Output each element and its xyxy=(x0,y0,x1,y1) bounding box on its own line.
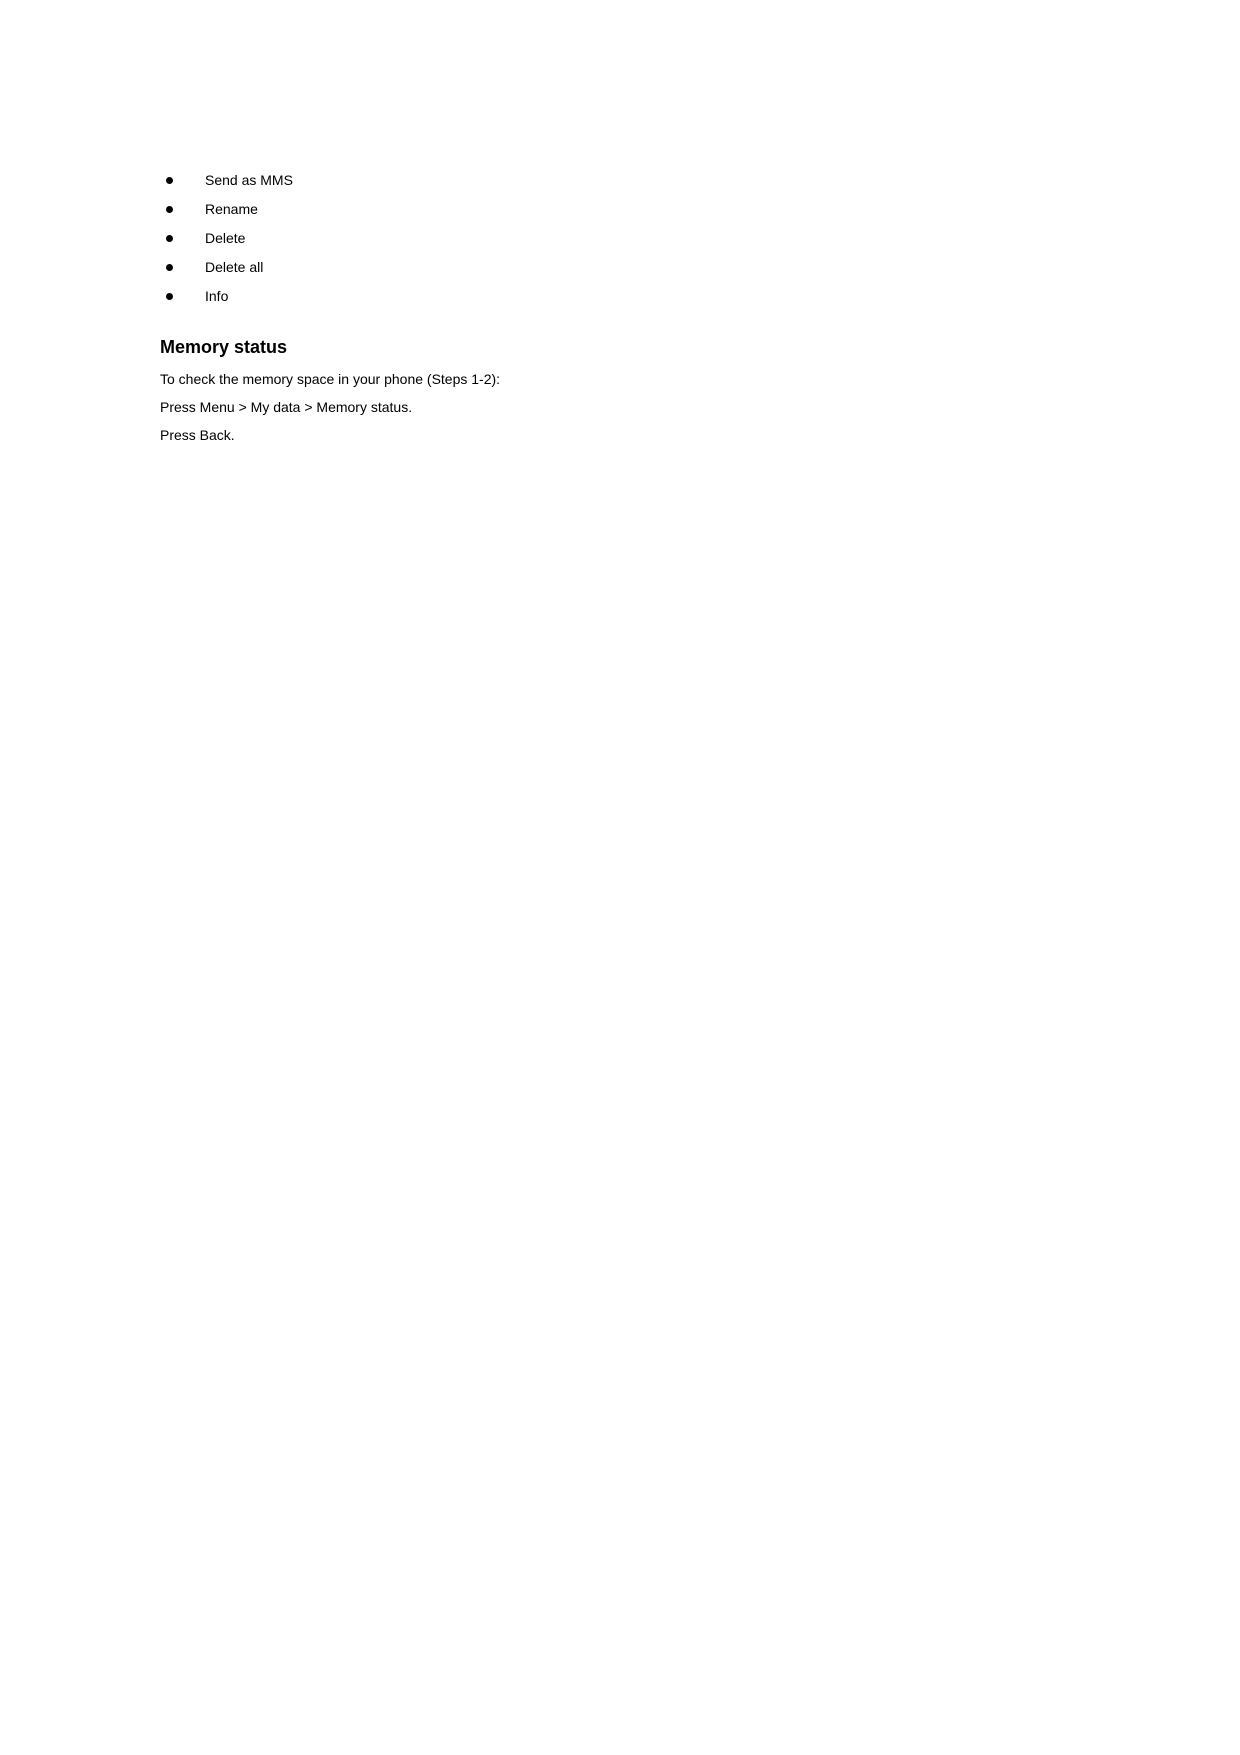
paragraph-text: Press Menu > My data > Memory status. xyxy=(160,396,1080,420)
list-item-text: Rename xyxy=(205,199,258,220)
list-item-text: Send as MMS xyxy=(205,170,293,191)
bullet-icon xyxy=(166,235,173,242)
list-item: Delete xyxy=(160,228,1080,249)
paragraph-text: To check the memory space in your phone … xyxy=(160,368,1080,392)
bullet-icon xyxy=(166,177,173,184)
list-item-text: Info xyxy=(205,286,228,307)
list-item-text: Delete all xyxy=(205,257,263,278)
list-item-text: Delete xyxy=(205,228,245,249)
bullet-icon xyxy=(166,206,173,213)
list-item: Info xyxy=(160,286,1080,307)
bullet-icon xyxy=(166,264,173,271)
section-heading: Memory status xyxy=(160,337,1080,358)
bullet-list: Send as MMS Rename Delete Delete all Inf… xyxy=(160,170,1080,307)
list-item: Rename xyxy=(160,199,1080,220)
paragraph-text: Press Back. xyxy=(160,424,1080,448)
list-item: Send as MMS xyxy=(160,170,1080,191)
bullet-icon xyxy=(166,293,173,300)
list-item: Delete all xyxy=(160,257,1080,278)
